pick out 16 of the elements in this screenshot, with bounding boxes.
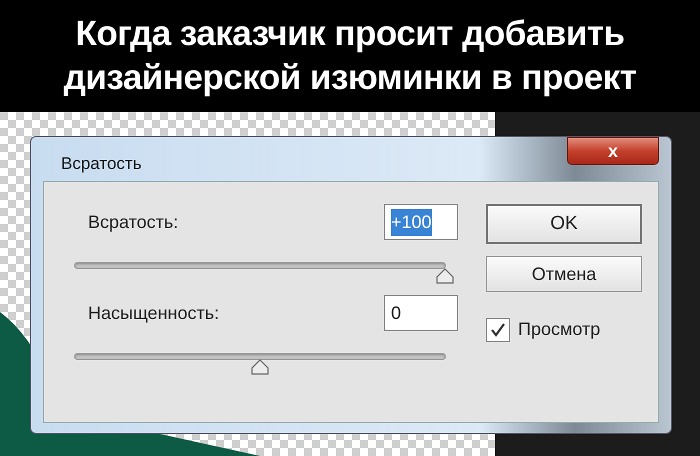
field-value: 0 — [391, 302, 402, 324]
preview-label: Просмотр — [518, 318, 600, 341]
control-label: Всратость: — [88, 210, 178, 234]
field-value: +100 — [391, 208, 432, 236]
check-icon — [489, 320, 507, 338]
cancel-button[interactable]: Отмена — [486, 256, 642, 292]
close-button[interactable]: x — [567, 137, 659, 165]
slider-thumb[interactable] — [435, 268, 455, 284]
control-label: Насыщенность: — [88, 302, 220, 325]
window-title: Всратость — [61, 153, 142, 175]
value-field[interactable]: +100 — [384, 204, 458, 240]
ok-button[interactable]: OK — [486, 204, 642, 244]
value-field[interactable]: 0 — [384, 295, 458, 331]
caption-line: Когда заказчик просит добавить — [76, 13, 624, 55]
caption-line: дизайнерской изюминки в проект — [64, 57, 636, 99]
preview-checkbox[interactable] — [486, 318, 510, 342]
